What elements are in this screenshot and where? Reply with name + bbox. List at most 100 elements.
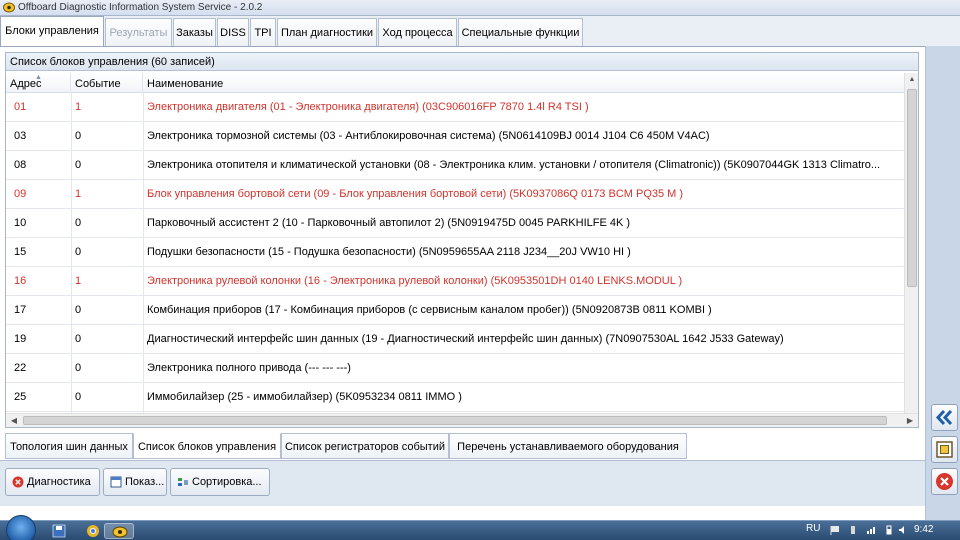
column-header-name[interactable]: Наименование	[143, 73, 904, 93]
cell-address: 10	[14, 217, 27, 229]
taskbar-app-odis[interactable]	[104, 523, 134, 539]
tab-orders[interactable]: Заказы	[173, 18, 216, 46]
scroll-up-arrow-icon[interactable]: ▲	[905, 73, 919, 87]
tab-diagnostic-plan[interactable]: План диагностики	[277, 18, 377, 46]
table-row[interactable]: 19 0 Диагностический интерфейс шин данных …	[6, 325, 904, 354]
sort-ascending-icon: ▲	[35, 74, 42, 81]
table-row[interactable]: 25 0 Иммобилайзер (25 - иммобилайзер) (5K0…	[6, 383, 904, 412]
cell-event: 0	[75, 362, 82, 374]
table-row[interactable]: 22 0 Электроника полного привода (--- --- …	[6, 354, 904, 383]
screenshot-button[interactable]	[931, 436, 958, 463]
right-tool-panel	[925, 46, 960, 520]
tab-diss[interactable]: DISS	[217, 18, 249, 46]
table-row[interactable]: 17 0 Комбинация приборов (17 - Комбинация …	[6, 296, 904, 325]
sort-label: Сортировка...	[192, 476, 262, 488]
clock[interactable]: 9:42	[914, 524, 933, 535]
frame-icon	[936, 441, 953, 458]
cell-event: 0	[75, 246, 82, 258]
cell-name: Электроника полного привода (--- --- ---…	[147, 362, 351, 374]
cell-event: 0	[75, 333, 82, 345]
cell-address: 16	[14, 275, 27, 287]
volume-icon[interactable]	[898, 525, 908, 535]
table-row[interactable]: 16 1 Электроника рулевой колонки (16 - Эле…	[6, 267, 904, 296]
tab-special-functions[interactable]: Специальные функции	[458, 18, 583, 46]
window-title: Offboard Diagnostic Information System S…	[18, 2, 263, 13]
show-label: Показ...	[125, 476, 165, 488]
panel-title: Список блоков управления (60 записей)	[6, 53, 918, 71]
table-row[interactable]: 09 1 Блок управления бортовой сети (09 - Б…	[6, 180, 904, 209]
table-row[interactable]: 15 0 Подушки безопасности (15 - Подушка бе…	[6, 238, 904, 267]
odis-logo-icon	[3, 2, 15, 13]
scroll-left-arrow-icon[interactable]: ◀	[8, 414, 20, 428]
floppy-icon	[52, 524, 66, 538]
cell-event: 0	[75, 159, 82, 171]
windows-taskbar: RU 9:42	[0, 515, 960, 540]
cell-address: 15	[14, 246, 27, 258]
horizontal-scrollbar[interactable]: ◀ ▶	[6, 413, 918, 427]
cell-address: 01	[14, 101, 27, 113]
cell-address: 17	[14, 304, 27, 316]
main-tab-bar: Блоки управления Результаты Заказы DISS …	[0, 16, 960, 47]
cell-event: 0	[75, 130, 82, 142]
cell-address: 03	[14, 130, 27, 142]
cell-name: Парковочный ассистент 2 (10 - Парковочны…	[147, 217, 631, 229]
vertical-scroll-thumb[interactable]	[907, 89, 917, 287]
document-icon	[110, 476, 122, 488]
sort-button[interactable]: Сортировка...	[170, 468, 270, 496]
tab-tpi[interactable]: TPI	[250, 18, 276, 46]
tab-results[interactable]: Результаты	[105, 18, 172, 46]
tab-bus-topology[interactable]: Топология шин данных	[5, 433, 133, 459]
cell-name: Иммобилайзер (25 - иммобилайзер) (5K0953…	[147, 391, 462, 403]
tab-installed-equipment[interactable]: Перечень устанавливаемого оборудования	[449, 433, 687, 459]
tab-event-memory-list[interactable]: Список регистраторов событий	[281, 433, 449, 459]
table-row[interactable]: 10 0 Парковочный ассистент 2 (10 - Парково…	[6, 209, 904, 238]
tab-process[interactable]: Ход процесса	[378, 18, 457, 46]
language-indicator[interactable]: RU	[806, 523, 820, 534]
scroll-right-arrow-icon[interactable]: ▶	[903, 414, 917, 428]
cell-name: Электроника двигателя (01 - Электроника …	[147, 101, 589, 113]
cell-address: 09	[14, 188, 27, 200]
cell-address: 22	[14, 362, 27, 374]
horizontal-scroll-thumb[interactable]	[23, 416, 887, 425]
cell-event: 1	[75, 188, 82, 200]
taskbar-app-save[interactable]	[44, 523, 74, 539]
table-body: 01 1 Электроника двигателя (01 - Электрони…	[6, 93, 904, 413]
back-button[interactable]	[931, 404, 958, 431]
cell-name: Диагностический интерфейс шин данных (19…	[147, 333, 784, 345]
table-row[interactable]: 01 1 Электроника двигателя (01 - Электрони…	[6, 93, 904, 122]
column-name-label: Наименование	[147, 78, 224, 90]
content-area: Список блоков управления (60 записей) Ад…	[0, 46, 925, 520]
stop-icon	[12, 476, 24, 488]
network-icon[interactable]	[866, 525, 876, 535]
table-header: Адрес ▲ Событие Наименование	[6, 73, 904, 93]
column-event-label: Событие	[75, 78, 121, 90]
vertical-scrollbar[interactable]: ▲	[904, 73, 918, 413]
usb-icon[interactable]	[848, 525, 858, 535]
cell-address: 25	[14, 391, 27, 403]
cell-event: 0	[75, 304, 82, 316]
start-button[interactable]	[6, 515, 36, 540]
title-bar: Offboard Diagnostic Information System S…	[0, 0, 960, 16]
cell-name: Электроника рулевой колонки (16 - Электр…	[147, 275, 683, 287]
cell-event: 1	[75, 101, 82, 113]
battery-icon[interactable]	[884, 525, 894, 535]
flag-icon[interactable]	[830, 525, 840, 535]
action-bar: Диагностика Показ... Сортировка...	[0, 460, 925, 506]
cell-name: Электроника отопителя и климатической ус…	[147, 159, 881, 171]
sort-icon	[178, 478, 188, 486]
close-button[interactable]	[931, 468, 958, 495]
diagnostics-button[interactable]: Диагностика	[5, 468, 100, 496]
bottom-tab-bar: Топология шин данных Список блоков управ…	[0, 433, 925, 459]
column-header-event[interactable]: Событие	[71, 73, 143, 93]
cell-name: Блок управления бортовой сети (09 - Блок…	[147, 188, 684, 200]
table-row[interactable]: 03 0 Электроника тормозной системы (03 - А…	[6, 122, 904, 151]
cell-event: 1	[75, 275, 82, 287]
tab-control-units[interactable]: Блоки управления	[0, 16, 104, 47]
tab-control-unit-list[interactable]: Список блоков управления	[133, 433, 281, 459]
close-circle-icon	[936, 473, 953, 490]
cell-address: 08	[14, 159, 27, 171]
table-row[interactable]: 08 0 Электроника отопителя и климатической…	[6, 151, 904, 180]
control-unit-list-panel: Список блоков управления (60 записей) Ад…	[5, 52, 919, 428]
show-button[interactable]: Показ...	[103, 468, 167, 496]
cell-name: Электроника тормозной системы (03 - Анти…	[147, 130, 710, 142]
